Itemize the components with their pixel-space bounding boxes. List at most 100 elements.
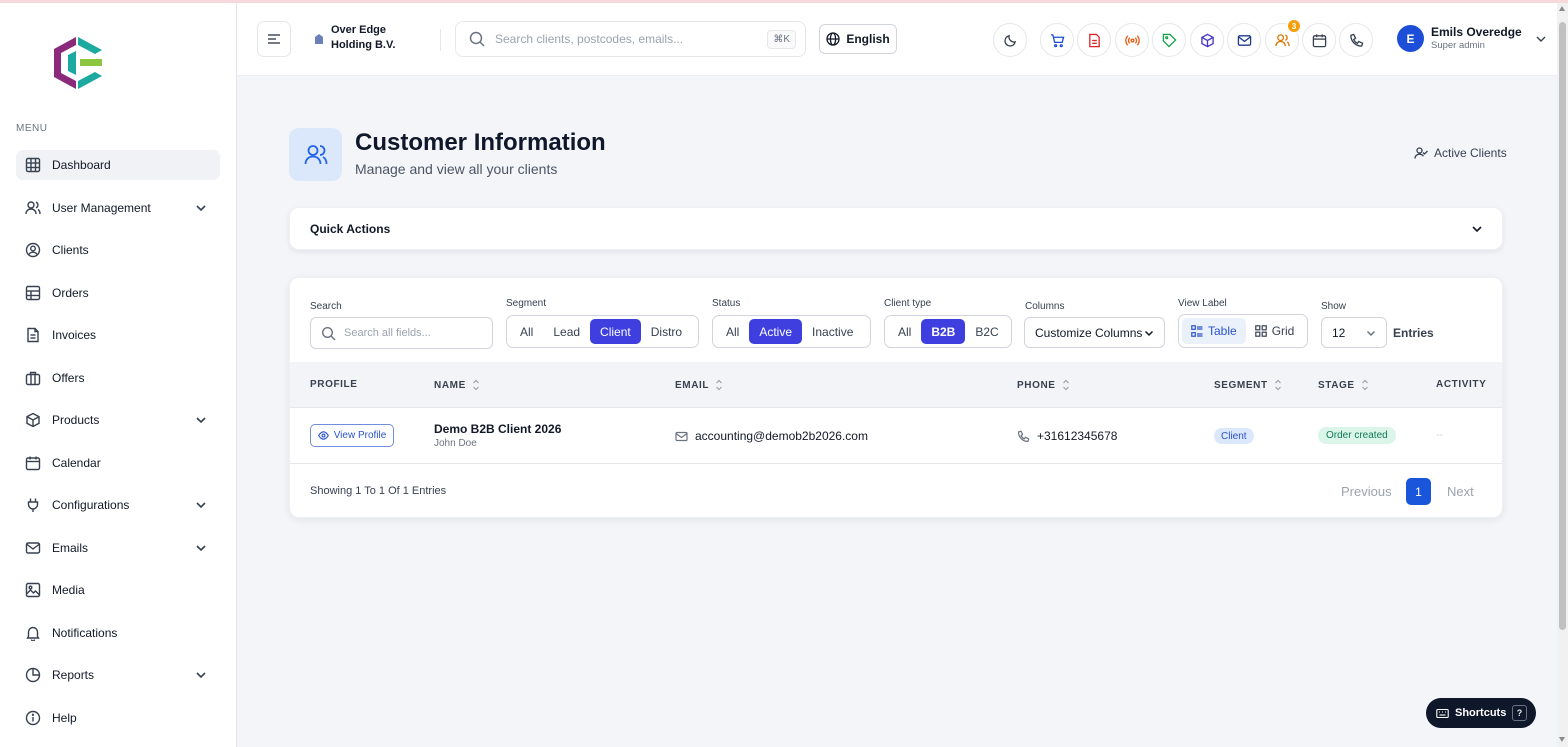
mail-icon [25, 541, 41, 554]
status-filter-label: Status [712, 298, 741, 309]
segment-badge: Client [1214, 428, 1254, 444]
column-header-label: STAGE [1318, 379, 1355, 391]
entries-per-page-select[interactable]: 12 [1321, 317, 1387, 348]
status-option-all[interactable]: All [716, 319, 749, 344]
table-row[interactable]: View Profile Demo B2B Client 2026 John D… [290, 408, 1502, 464]
quick-actions-panel[interactable]: Quick Actions [289, 207, 1503, 250]
client-type-option-b2b[interactable]: B2B [921, 319, 966, 344]
sidebar-item-dashboard[interactable]: Dashboard [16, 150, 220, 180]
sidebar-item-label: Configurations [52, 498, 130, 512]
view-grid-label: Grid [1271, 324, 1295, 338]
client-type-option-b2c[interactable]: B2C [965, 319, 1008, 344]
active-clients-link[interactable]: Active Clients [1414, 146, 1507, 160]
shortcuts-button[interactable]: Shortcuts ? [1426, 698, 1536, 728]
chevron-down-icon [1472, 226, 1482, 233]
sidebar-item-help[interactable]: Help [16, 703, 220, 733]
header-divider [440, 29, 441, 51]
scroll-up-arrow[interactable] [1559, 6, 1565, 11]
document-icon [1088, 33, 1100, 47]
chevron-down-icon [196, 204, 206, 211]
sidebar-item-label: Invoices [52, 328, 97, 342]
language-selector[interactable]: English [819, 24, 897, 54]
sidebar-item-label: Calendar [52, 455, 101, 470]
columns-label: Columns [1025, 301, 1065, 312]
eye-icon [317, 431, 329, 440]
company-logo[interactable] [46, 31, 110, 95]
shortcuts-key-hint: ? [1512, 705, 1527, 721]
segment-option-distro[interactable]: Distro [641, 319, 692, 344]
quick-actions-label: Quick Actions [310, 222, 391, 236]
active-clients-label: Active Clients [1434, 146, 1507, 160]
chevron-down-icon [196, 417, 206, 424]
sidebar-item-calendar[interactable]: Calendar [16, 448, 220, 478]
sort-icon [1062, 379, 1069, 391]
moon-icon [1003, 34, 1016, 47]
tag-icon [1162, 33, 1177, 48]
sidebar-item-clients[interactable]: Clients [16, 235, 220, 265]
sidebar-item-configurations[interactable]: Configurations [16, 490, 220, 520]
sidebar-item-invoices[interactable]: Invoices [16, 320, 220, 350]
column-header-phone[interactable]: PHONE [1017, 379, 1070, 391]
box-icon [26, 412, 40, 428]
table-search[interactable] [310, 317, 493, 349]
global-search-input[interactable] [495, 32, 755, 46]
sidebar-item-user-management[interactable]: User Management [16, 193, 220, 223]
sidebar-item-products[interactable]: Products [16, 405, 220, 435]
search-icon [469, 31, 485, 47]
tags-button[interactable] [1152, 23, 1186, 57]
chevron-down-icon [196, 672, 206, 679]
client-email[interactable]: accounting@demob2b2026.com [675, 429, 868, 443]
segment-option-lead[interactable]: Lead [543, 319, 590, 344]
language-label: English [846, 32, 890, 46]
theme-toggle-button[interactable] [993, 23, 1027, 57]
pagination-next-button[interactable]: Next [1447, 484, 1474, 499]
sidebar-item-notifications[interactable]: Notifications [16, 618, 220, 648]
table-search-input[interactable] [344, 327, 484, 339]
column-header-name[interactable]: NAME [434, 379, 480, 391]
sidebar-item-label: Offers [52, 370, 85, 385]
cart-button[interactable] [1040, 23, 1074, 57]
pagination-page-button[interactable]: 1 [1406, 478, 1431, 505]
user-menu[interactable]: E Emils Overedge Super admin [1397, 25, 1548, 52]
column-header-stage[interactable]: STAGE [1318, 379, 1369, 391]
client-type-option-all[interactable]: All [888, 319, 921, 344]
status-option-inactive[interactable]: Inactive [802, 319, 863, 344]
avatar: E [1397, 25, 1424, 52]
sidebar-toggle-button[interactable] [257, 21, 291, 57]
chevron-down-icon [196, 502, 206, 509]
phone-button[interactable] [1339, 23, 1373, 57]
user-requests-button[interactable]: 3 [1265, 19, 1301, 57]
view-profile-button[interactable]: View Profile [310, 424, 394, 447]
company-selector[interactable]: Over Edge Holding B.V. [313, 23, 411, 53]
pagination-previous-button[interactable]: Previous [1341, 484, 1392, 499]
customize-columns-select[interactable]: Customize Columns [1024, 317, 1165, 348]
view-grid-button[interactable]: Grid [1246, 318, 1304, 344]
sidebar-item-reports[interactable]: Reports [16, 660, 220, 690]
products-button[interactable] [1190, 23, 1224, 57]
segment-option-all[interactable]: All [510, 319, 543, 344]
segment-option-client[interactable]: Client [590, 319, 641, 344]
sidebar-item-emails[interactable]: Emails [16, 533, 220, 563]
users-icon [304, 144, 327, 164]
client-phone[interactable]: +31612345678 [1017, 429, 1117, 443]
status-option-active[interactable]: Active [749, 319, 803, 344]
sidebar-item-label: Notifications [52, 625, 118, 640]
mail-button[interactable] [1227, 23, 1261, 57]
entries-label: Entries [1393, 326, 1434, 340]
sidebar-item-orders[interactable]: Orders [16, 278, 220, 308]
sidebar-item-label: Products [52, 413, 100, 427]
activity-value: -- [1436, 429, 1444, 441]
sidebar-item-media[interactable]: Media [16, 575, 220, 605]
page-scrollbar-thumb[interactable] [1559, 22, 1566, 630]
cart-icon [1050, 33, 1064, 47]
calendar-icon [1312, 33, 1326, 47]
scroll-down-arrow[interactable] [1559, 737, 1565, 742]
sidebar-item-offers[interactable]: Offers [16, 363, 220, 393]
column-header-email[interactable]: EMAIL [675, 379, 723, 391]
view-table-button[interactable]: Table [1182, 318, 1246, 344]
global-search[interactable]: ⌘K [455, 21, 806, 57]
broadcast-button[interactable] [1115, 23, 1149, 57]
column-header-segment[interactable]: SEGMENT [1214, 379, 1282, 391]
calendar-button[interactable] [1302, 23, 1336, 57]
documents-button[interactable] [1077, 23, 1111, 57]
